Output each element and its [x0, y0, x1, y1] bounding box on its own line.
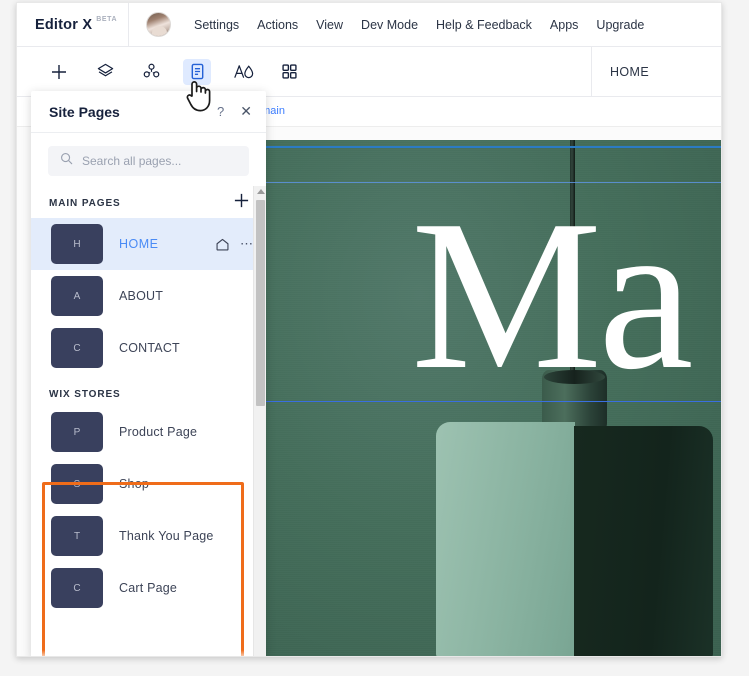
page-label: Shop [119, 477, 149, 491]
list-bottom-fade [31, 650, 253, 656]
pages-button[interactable] [183, 58, 211, 85]
page-row-home[interactable]: H HOME ⋯ [31, 218, 266, 270]
page-thumbnail: H [51, 224, 103, 264]
layers-button[interactable] [91, 59, 119, 85]
page-row-contact[interactable]: C CONTACT [31, 322, 266, 374]
close-icon[interactable]: ✕ [240, 103, 252, 120]
interactions-button[interactable] [137, 59, 165, 85]
guide-line-middle [256, 182, 721, 183]
menu-item-apps[interactable]: Apps [541, 12, 588, 38]
menu-item-help-feedback[interactable]: Help & Feedback [427, 12, 541, 38]
page-label: CONTACT [119, 341, 180, 355]
menu-item-dev-mode[interactable]: Dev Mode [352, 12, 427, 38]
apps-grid-icon [281, 63, 298, 80]
page-label: Product Page [119, 425, 198, 439]
top-menu-bar: Editor X BETA Settings Actions View Dev … [17, 3, 721, 47]
brand-logo[interactable]: Editor X BETA [17, 3, 129, 47]
pages-icon [189, 63, 206, 80]
plus-icon [50, 63, 68, 81]
section-header-main-pages: MAIN PAGES [31, 186, 266, 218]
section-title-main-pages: MAIN PAGES [49, 197, 121, 209]
lamp-body [436, 422, 713, 656]
page-thumbnail: P [51, 412, 103, 452]
menu-item-view[interactable]: View [307, 12, 352, 38]
site-preview-frame[interactable]: Ma [256, 140, 721, 656]
lamp-face-light [436, 422, 575, 656]
search-placeholder: Search all pages... [82, 154, 182, 168]
add-page-button[interactable] [233, 192, 250, 214]
page-thumbnail: S [51, 464, 103, 504]
add-element-button[interactable] [45, 59, 73, 85]
screenshot-root: Editor X BETA Settings Actions View Dev … [0, 0, 749, 676]
panel-header: Site Pages ? ✕ [31, 91, 266, 133]
site-pages-panel: Site Pages ? ✕ Search all pages... MAIN … [31, 91, 266, 656]
guide-line-lower [256, 401, 721, 402]
page-row-product-page[interactable]: P Product Page [31, 406, 266, 458]
interactions-icon [142, 62, 161, 81]
homepage-icon[interactable] [215, 237, 230, 252]
site-theme-button[interactable] [229, 59, 257, 85]
hero-photo: Ma [256, 140, 721, 656]
lamp-face-dark [574, 426, 713, 656]
panel-title: Site Pages [49, 103, 120, 120]
app-market-button[interactable] [275, 59, 303, 85]
page-thumbnail: C [51, 568, 103, 608]
page-label: Thank You Page [119, 529, 214, 543]
row-more-icon[interactable]: ⋯ [240, 236, 254, 252]
page-row-about[interactable]: A ABOUT [31, 270, 266, 322]
toolbar-icon-group [17, 58, 303, 85]
panel-scrollbar[interactable] [253, 186, 266, 656]
scrollbar-thumb[interactable] [256, 200, 265, 406]
menu-item-upgrade[interactable]: Upgrade [587, 12, 653, 38]
search-icon [60, 152, 73, 170]
brand-beta-badge: BETA [96, 15, 118, 23]
avatar[interactable] [146, 12, 171, 37]
page-row-cart-page[interactable]: C Cart Page [31, 562, 266, 614]
page-thumbnail: A [51, 276, 103, 316]
search-input[interactable]: Search all pages... [48, 146, 249, 176]
menu-item-settings[interactable]: Settings [185, 12, 248, 38]
main-menu: Settings Actions View Dev Mode Help & Fe… [185, 12, 653, 38]
guide-line-top [256, 146, 721, 148]
scroll-up-arrow-icon[interactable] [257, 189, 265, 194]
menu-item-actions[interactable]: Actions [248, 12, 307, 38]
editor-window: Editor X BETA Settings Actions View Dev … [16, 2, 722, 657]
plus-icon [233, 192, 250, 214]
brand-name: Editor X [35, 16, 93, 33]
page-thumbnail: T [51, 516, 103, 556]
current-page-tab[interactable]: HOME [591, 47, 721, 96]
page-label: HOME [119, 237, 159, 251]
help-icon[interactable]: ? [217, 104, 224, 119]
page-thumbnail: C [51, 328, 103, 368]
text-theme-icon [233, 62, 254, 81]
pages-list-scroll-area[interactable]: MAIN PAGES H HOME ⋯ A ABOUT C CONTACT WI… [31, 186, 266, 656]
layers-icon [96, 62, 115, 81]
editor-toolbar: HOME [17, 47, 721, 97]
page-label: ABOUT [119, 289, 164, 303]
section-title-wix-stores: WIX STORES [49, 388, 121, 400]
search-wrapper: Search all pages... [31, 133, 266, 186]
page-row-shop[interactable]: S Shop [31, 458, 266, 510]
page-row-thank-you-page[interactable]: T Thank You Page [31, 510, 266, 562]
page-label: Cart Page [119, 581, 178, 595]
section-header-wix-stores: WIX STORES [31, 374, 266, 406]
